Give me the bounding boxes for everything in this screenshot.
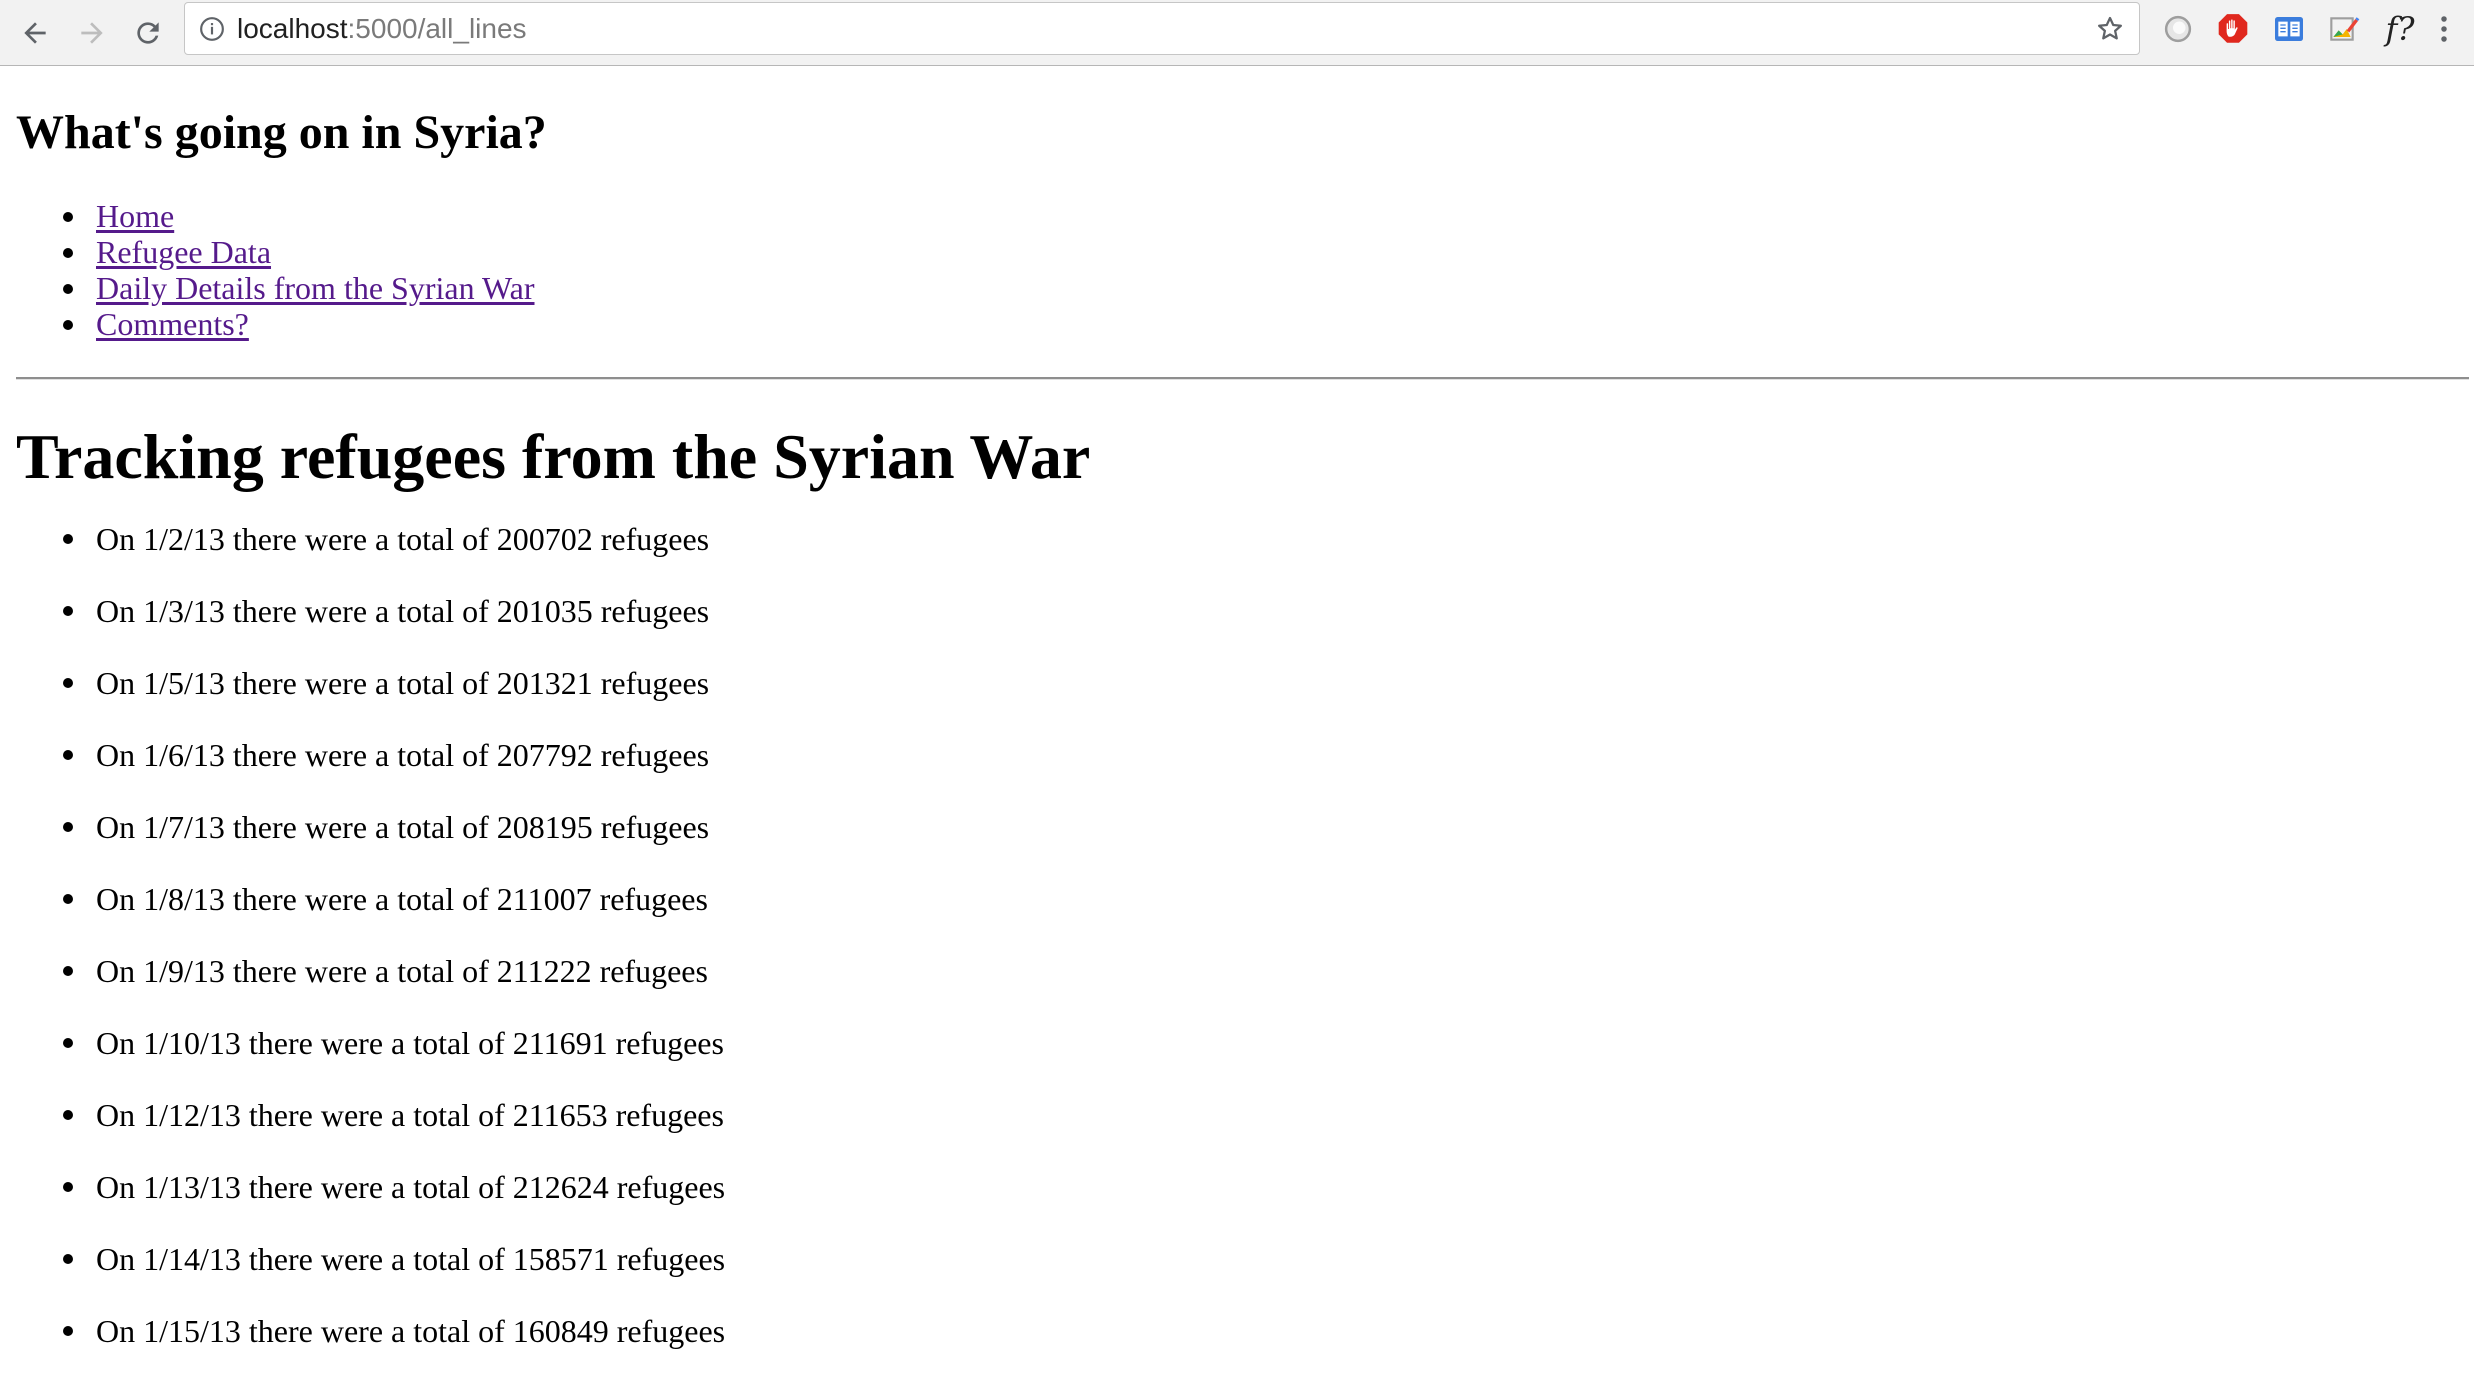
arrow-right-icon <box>81 22 103 44</box>
list-item: On 1/8/13 there were a total of 211007 r… <box>0 879 725 951</box>
url-path: :5000/all_lines <box>347 13 527 44</box>
bullet-icon <box>63 750 73 760</box>
image-edit-graphic <box>2330 17 2360 41</box>
stop-hand-graphic <box>2218 14 2248 43</box>
list-item-text: On 1/10/13 there were a total of 211691 … <box>96 1025 724 1061</box>
nav-item-home: Home <box>0 198 535 234</box>
url-host: localhost <box>237 13 348 44</box>
list-item-text: On 1/9/13 there were a total of 211222 r… <box>96 953 708 989</box>
extension-circle-icon[interactable] <box>2161 12 2195 46</box>
list-item: On 1/2/13 there were a total of 200702 r… <box>0 519 725 591</box>
list-item: On 1/3/13 there were a total of 201035 r… <box>0 591 725 663</box>
bullet-icon <box>63 212 73 222</box>
list-item-text: On 1/12/13 there were a total of 211653 … <box>96 1097 724 1133</box>
list-item-text: On 1/15/13 there were a total of 160849 … <box>96 1313 726 1349</box>
browser-toolbar: localhost:5000/all_lines f? <box>0 0 2474 66</box>
bullet-icon <box>63 1326 73 1336</box>
list-item: On 1/7/13 there were a total of 208195 r… <box>0 807 725 879</box>
bullet-icon <box>63 1110 73 1120</box>
nav-item-comments: Comments? <box>0 306 535 342</box>
fx-label: f? <box>2385 10 2415 48</box>
bullet-icon <box>63 1038 73 1048</box>
reload-icon <box>137 22 159 44</box>
address-bar[interactable]: localhost:5000/all_lines <box>184 2 2140 55</box>
list-item: On 1/5/13 there were a total of 201321 r… <box>0 663 725 735</box>
nav-link-home[interactable]: Home <box>96 198 174 234</box>
page-content: What's going on in Syria? Home Refugee D… <box>0 67 2474 1376</box>
forward-button[interactable] <box>67 8 117 58</box>
nav-link-refugee-data[interactable]: Refugee Data <box>96 234 271 270</box>
nav-link-daily-details[interactable]: Daily Details from the Syrian War <box>96 270 535 306</box>
star-icon[interactable] <box>2095 14 2125 44</box>
arrow-left-icon <box>24 22 46 44</box>
bullet-icon <box>63 606 73 616</box>
list-item-text: On 1/14/13 there were a total of 158571 … <box>96 1241 726 1277</box>
list-item-text: On 1/8/13 there were a total of 211007 r… <box>96 881 708 917</box>
list-item: On 1/14/13 there were a total of 158571 … <box>0 1239 725 1311</box>
list-item-text: On 1/2/13 there were a total of 200702 r… <box>96 521 710 557</box>
reload-button[interactable] <box>123 8 173 58</box>
horizontal-rule <box>16 377 2469 380</box>
bullet-icon <box>63 678 73 688</box>
adblock-icon[interactable] <box>2216 12 2250 46</box>
url-text[interactable]: localhost:5000/all_lines <box>237 3 527 54</box>
list-item-text: On 1/7/13 there were a total of 208195 r… <box>96 809 710 845</box>
bullet-icon <box>63 320 73 330</box>
list-item: On 1/9/13 there were a total of 211222 r… <box>0 951 725 1023</box>
circle-extension-graphic <box>2164 15 2192 43</box>
nav-item-daily-details: Daily Details from the Syrian War <box>0 270 535 306</box>
bullet-icon <box>63 248 73 258</box>
bullet-icon <box>63 894 73 904</box>
bullet-icon <box>63 1182 73 1192</box>
list-item: On 1/6/13 there were a total of 207792 r… <box>0 735 725 807</box>
site-nav: Home Refugee Data Daily Details from the… <box>0 198 535 342</box>
list-item-text: On 1/6/13 there were a total of 207792 r… <box>96 737 710 773</box>
nav-item-refugee-data: Refugee Data <box>0 234 535 270</box>
list-item: On 1/12/13 there were a total of 211653 … <box>0 1095 725 1167</box>
bullet-icon <box>63 822 73 832</box>
list-item: On 1/15/13 there were a total of 160849 … <box>0 1311 725 1376</box>
info-icon[interactable] <box>199 16 225 42</box>
dots-graphic <box>2441 16 2447 42</box>
bullet-icon <box>63 966 73 976</box>
bullet-icon <box>63 534 73 544</box>
back-button[interactable] <box>10 8 60 58</box>
kebab-menu-icon[interactable] <box>2432 12 2456 46</box>
list-item: On 1/10/13 there were a total of 211691 … <box>0 1023 725 1095</box>
book-graphic <box>2275 17 2303 41</box>
page-title: Tracking refugees from the Syrian War <box>16 421 1091 492</box>
list-item: On 1/13/13 there were a total of 212624 … <box>0 1167 725 1239</box>
site-title: What's going on in Syria? <box>16 106 547 159</box>
list-item-text: On 1/13/13 there were a total of 212624 … <box>96 1169 726 1205</box>
list-item-text: On 1/3/13 there were a total of 201035 r… <box>96 593 710 629</box>
reader-icon[interactable] <box>2272 12 2306 46</box>
fx-extension-icon[interactable]: f? <box>2383 12 2417 46</box>
nav-link-comments[interactable]: Comments? <box>96 306 249 342</box>
bullet-icon <box>63 1254 73 1264</box>
refugee-list: On 1/2/13 there were a total of 200702 r… <box>0 519 725 1376</box>
edit-image-icon[interactable] <box>2327 12 2361 46</box>
bullet-icon <box>63 284 73 294</box>
list-item-text: On 1/5/13 there were a total of 201321 r… <box>96 665 710 701</box>
